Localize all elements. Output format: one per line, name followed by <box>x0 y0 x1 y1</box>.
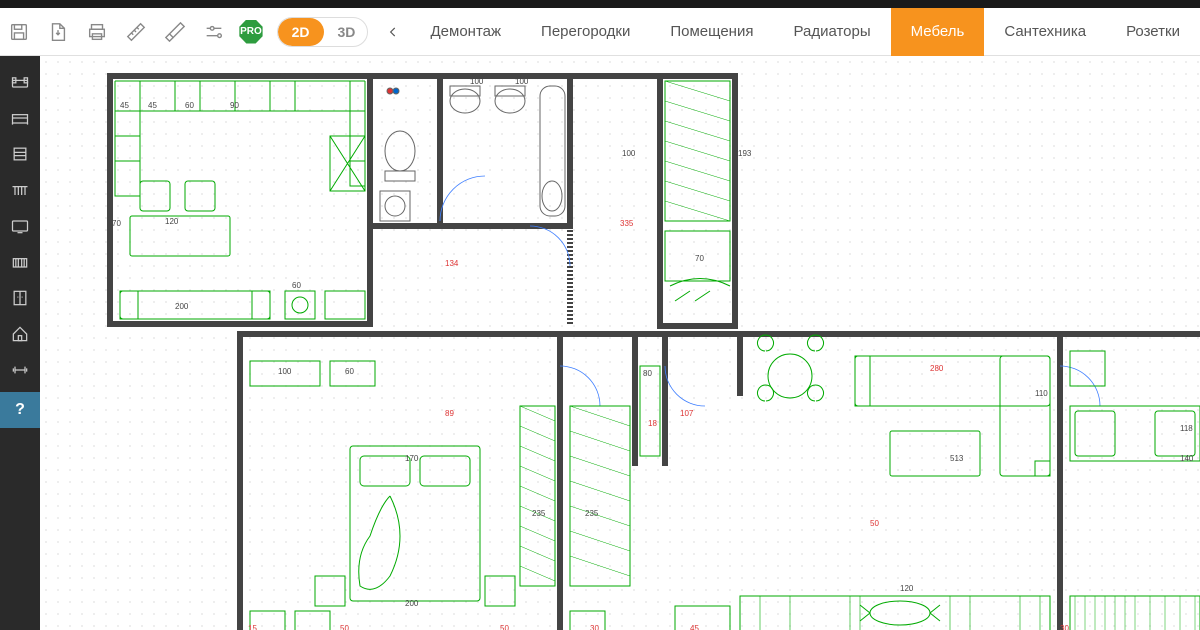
view-2d-button[interactable]: 2D <box>278 18 324 46</box>
svg-text:60: 60 <box>245 72 254 81</box>
svg-text:170: 170 <box>405 454 419 463</box>
svg-text:89: 89 <box>445 409 454 418</box>
svg-text:45: 45 <box>148 101 157 110</box>
svg-text:60: 60 <box>345 367 354 376</box>
tab-demolition[interactable]: Демонтаж <box>411 8 522 56</box>
svg-text:30: 30 <box>1060 624 1069 630</box>
view-3d-button[interactable]: 3D <box>324 18 368 46</box>
floorplan-canvas[interactable]: 45 60 40 60 60 40 90 45 45 60 90 70 120 … <box>40 56 1200 630</box>
svg-text:70: 70 <box>695 254 704 263</box>
svg-text:235: 235 <box>532 509 546 518</box>
svg-text:18: 18 <box>648 419 657 428</box>
svg-text:45: 45 <box>120 101 129 110</box>
tools-button[interactable] <box>158 14 193 50</box>
svg-text:45: 45 <box>690 624 699 630</box>
tab-partitions[interactable]: Перегородки <box>521 8 650 56</box>
svg-text:200: 200 <box>405 599 419 608</box>
tab-furniture[interactable]: Мебель <box>891 8 985 56</box>
svg-text:118: 118 <box>1180 424 1193 433</box>
svg-text:235: 235 <box>585 509 599 518</box>
sidebar-wardrobe[interactable] <box>0 280 40 316</box>
floorplan-svg: 45 60 40 60 60 40 90 45 45 60 90 70 120 … <box>100 66 1200 630</box>
save-button[interactable] <box>2 14 37 50</box>
export-button[interactable] <box>41 14 76 50</box>
svg-text:45: 45 <box>125 72 134 81</box>
tab-sockets[interactable]: Розетки <box>1106 8 1200 56</box>
svg-text:280: 280 <box>930 364 944 373</box>
sidebar-help[interactable]: ? <box>0 392 40 428</box>
sidebar-gym[interactable] <box>0 352 40 388</box>
pro-badge[interactable]: PRO <box>239 20 262 44</box>
sidebar-crib[interactable] <box>0 244 40 280</box>
settings-button[interactable] <box>196 14 231 50</box>
sidebar-bed[interactable] <box>0 100 40 136</box>
svg-text:107: 107 <box>680 409 694 418</box>
svg-text:70: 70 <box>112 219 121 228</box>
furniture-sidebar: ? <box>0 56 40 630</box>
svg-text:60: 60 <box>185 101 194 110</box>
view-toggle: 2D 3D <box>277 17 368 47</box>
svg-text:40: 40 <box>182 72 191 81</box>
svg-text:40: 40 <box>278 72 287 81</box>
sidebar-table[interactable] <box>0 172 40 208</box>
svg-text:15: 15 <box>248 624 257 630</box>
svg-text:134: 134 <box>445 259 459 268</box>
sidebar-dresser[interactable] <box>0 136 40 172</box>
svg-text:120: 120 <box>165 217 179 226</box>
main-area: ? <box>0 56 1200 630</box>
svg-text:80: 80 <box>643 369 652 378</box>
tab-radiators[interactable]: Радиаторы <box>773 8 890 56</box>
prev-tab-button[interactable] <box>376 14 411 50</box>
measure-button[interactable] <box>119 14 154 50</box>
svg-text:100: 100 <box>515 77 529 86</box>
tab-rooms[interactable]: Помещения <box>650 8 773 56</box>
svg-text:100: 100 <box>278 367 292 376</box>
main-toolbar: PRO 2D 3D Демонтаж Перегородки Помещения… <box>0 8 1200 56</box>
svg-text:90: 90 <box>315 72 324 81</box>
svg-text:100: 100 <box>470 77 484 86</box>
svg-text:110: 110 <box>1035 389 1048 398</box>
category-tabs: Демонтаж Перегородки Помещения Радиаторы… <box>411 8 1200 56</box>
svg-text:60: 60 <box>210 72 219 81</box>
svg-text:513: 513 <box>950 454 964 463</box>
sidebar-house[interactable] <box>0 316 40 352</box>
svg-text:200: 200 <box>175 302 189 311</box>
svg-text:193: 193 <box>738 149 752 158</box>
svg-text:335: 335 <box>620 219 634 228</box>
svg-text:50: 50 <box>340 624 349 630</box>
svg-text:50: 50 <box>870 519 879 528</box>
tab-plumbing[interactable]: Сантехника <box>984 8 1106 56</box>
print-button[interactable] <box>80 14 115 50</box>
svg-text:60: 60 <box>150 72 159 81</box>
svg-text:120: 120 <box>900 584 914 593</box>
sidebar-sofa[interactable] <box>0 64 40 100</box>
svg-text:140: 140 <box>1180 454 1194 463</box>
svg-text:50: 50 <box>500 624 509 630</box>
svg-text:30: 30 <box>590 624 599 630</box>
svg-text:60: 60 <box>292 281 301 290</box>
svg-text:100: 100 <box>622 149 636 158</box>
sidebar-tv[interactable] <box>0 208 40 244</box>
svg-text:90: 90 <box>230 101 239 110</box>
